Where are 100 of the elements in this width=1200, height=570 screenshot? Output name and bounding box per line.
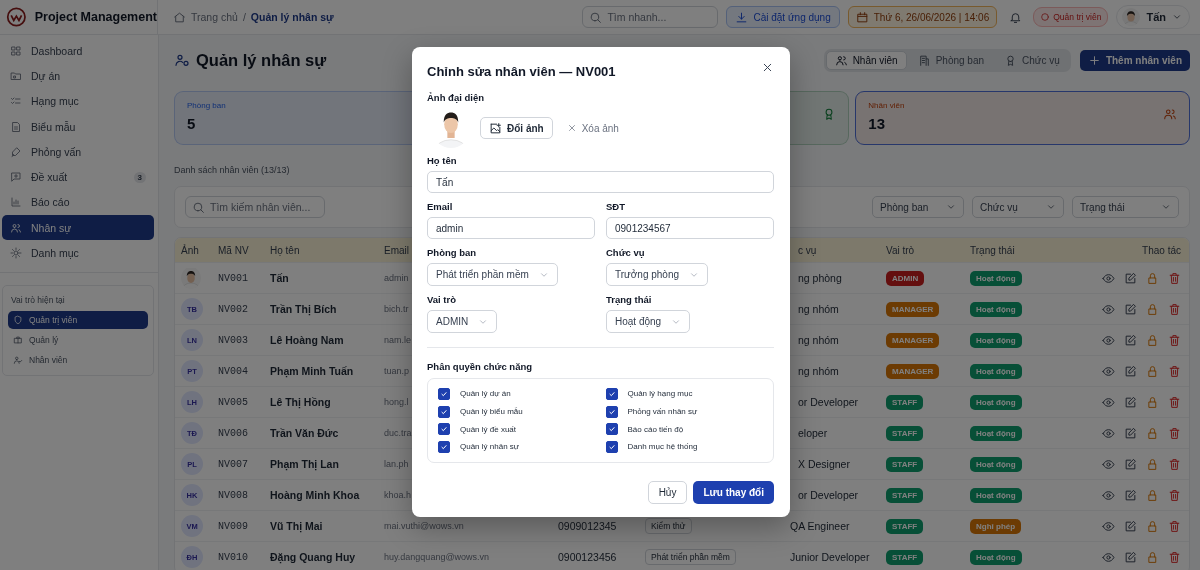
eye-icon[interactable] xyxy=(1102,550,1115,564)
cancel-button[interactable]: Hủy xyxy=(647,480,688,504)
eye-icon[interactable] xyxy=(1102,333,1115,347)
breadcrumb-link[interactable]: Trang chủ xyxy=(191,11,238,23)
dropdown[interactable]: Trưởng phòng xyxy=(606,263,709,286)
eye-icon[interactable] xyxy=(1102,488,1115,502)
role-badge: STAFF xyxy=(886,394,924,410)
edit-icon[interactable] xyxy=(1124,364,1137,378)
tab[interactable]: Phòng ban xyxy=(908,50,994,70)
role-badge: Quản trị viên xyxy=(1033,7,1109,27)
role-badge: MANAGER xyxy=(886,301,940,317)
lock-icon[interactable] xyxy=(1146,457,1159,471)
breadcrumb-link[interactable]: Quản lý nhân sự xyxy=(250,11,334,23)
sidebar-item[interactable]: Đề xuất 3 xyxy=(2,164,154,190)
save-button[interactable]: Lưu thay đổi xyxy=(693,480,774,504)
dropdown[interactable]: ADMIN xyxy=(427,310,498,333)
eye-icon[interactable] xyxy=(1102,271,1115,285)
add-employee-button[interactable]: Thêm nhân viên xyxy=(1079,49,1190,71)
filter-dropdown[interactable]: Chức vụ xyxy=(972,196,1064,218)
lock-icon[interactable] xyxy=(1146,550,1159,564)
lock-icon[interactable] xyxy=(1146,271,1159,285)
trash-icon[interactable] xyxy=(1168,364,1181,378)
eye-icon[interactable] xyxy=(1102,519,1115,533)
filter-dropdown[interactable]: Trạng thái xyxy=(1072,196,1179,218)
table-cell: NV007 xyxy=(218,458,248,470)
column-header: Email xyxy=(384,244,409,256)
lock-icon[interactable] xyxy=(1146,519,1159,533)
eye-icon[interactable] xyxy=(1102,364,1115,378)
table-cell: Hoàng Minh Khoa xyxy=(270,489,360,501)
sidebar-item[interactable]: Danh mục xyxy=(2,240,154,266)
checkbox-label: Quản lý nhân sự xyxy=(460,442,520,452)
edit-icon[interactable] xyxy=(1124,519,1137,533)
stat-value: 5 xyxy=(187,115,196,132)
checkbox[interactable] xyxy=(438,423,450,436)
lock-icon[interactable] xyxy=(1146,333,1159,347)
trash-icon[interactable] xyxy=(1168,519,1181,533)
change-photo-button[interactable]: Đổi ảnh xyxy=(480,117,553,139)
lock-icon[interactable] xyxy=(1146,426,1159,440)
trash-icon[interactable] xyxy=(1168,426,1181,440)
trash-icon[interactable] xyxy=(1168,488,1181,502)
stat-label: Phòng ban xyxy=(187,101,226,110)
trash-icon[interactable] xyxy=(1168,302,1181,316)
edit-icon[interactable] xyxy=(1124,488,1137,502)
trash-icon[interactable] xyxy=(1168,395,1181,409)
role-option[interactable]: Quản lý xyxy=(8,330,148,349)
column-header: Trạng thái xyxy=(970,244,1015,256)
sidebar-item[interactable]: Dự án xyxy=(2,63,154,89)
search-field[interactable]: Tìm nhanh... xyxy=(582,6,719,28)
role-option[interactable]: Quản trị viên xyxy=(8,310,148,329)
input-field[interactable]: 0901234567 xyxy=(606,217,774,239)
remove-photo-button[interactable]: Xóa ảnh xyxy=(566,122,619,134)
trash-icon[interactable] xyxy=(1168,271,1181,285)
lock-icon[interactable] xyxy=(1146,364,1159,378)
edit-icon[interactable] xyxy=(1124,550,1137,564)
search-icon xyxy=(589,10,603,24)
checkbox[interactable] xyxy=(605,387,618,400)
eye-icon[interactable] xyxy=(1102,457,1115,471)
checkbox[interactable] xyxy=(438,440,450,453)
trash-icon[interactable] xyxy=(1168,333,1181,347)
edit-icon[interactable] xyxy=(1124,333,1137,347)
edit-icon[interactable] xyxy=(1124,395,1137,409)
lock-icon[interactable] xyxy=(1146,302,1159,316)
edit-icon[interactable] xyxy=(1124,271,1137,285)
checkbox[interactable] xyxy=(605,440,618,453)
sidebar-item[interactable]: Phỏng vấn xyxy=(2,139,154,165)
checkbox-label: Quản lý hạng mục xyxy=(627,389,693,399)
edit-icon[interactable] xyxy=(1124,426,1137,440)
input-field[interactable]: admin xyxy=(427,217,595,239)
tab[interactable]: Nhân viên xyxy=(825,50,907,70)
role-badge: MANAGER xyxy=(886,363,940,379)
dropdown[interactable]: Phát triển phần mềm xyxy=(427,263,558,286)
sidebar-item[interactable]: Nhân sự xyxy=(2,215,154,241)
bell-icon xyxy=(1008,10,1022,24)
trash-icon[interactable] xyxy=(1168,457,1181,471)
status-badge: Hoạt động xyxy=(970,549,1022,565)
install-button[interactable]: Cài đặt ứng dụng xyxy=(726,6,840,28)
checkbox[interactable] xyxy=(605,405,618,418)
role-option[interactable]: Nhân viên xyxy=(8,350,148,369)
edit-icon[interactable] xyxy=(1124,302,1137,316)
close-button[interactable] xyxy=(761,61,774,74)
filter-dropdown[interactable]: Phòng ban xyxy=(872,196,964,218)
table-cell: khoa.h xyxy=(384,490,412,500)
eye-icon[interactable] xyxy=(1102,395,1115,409)
checkbox[interactable] xyxy=(438,387,450,400)
lock-icon[interactable] xyxy=(1146,488,1159,502)
checkbox[interactable] xyxy=(438,405,450,418)
lock-icon[interactable] xyxy=(1146,395,1159,409)
edit-icon[interactable] xyxy=(1124,457,1137,471)
tab[interactable]: Chức vụ xyxy=(995,50,1069,70)
input-field[interactable]: Tấn xyxy=(427,171,774,193)
eye-icon[interactable] xyxy=(1102,426,1115,440)
search-field[interactable]: Tìm kiếm nhân viên... xyxy=(185,196,325,218)
checkbox[interactable] xyxy=(605,423,618,436)
eye-icon[interactable] xyxy=(1102,302,1115,316)
dropdown[interactable]: Hoạt động xyxy=(606,310,691,333)
sidebar-item[interactable]: Biểu mẫu xyxy=(2,113,154,140)
sidebar-item[interactable]: Dashboard xyxy=(2,38,154,64)
sidebar-item[interactable]: Hạng mục xyxy=(2,88,154,114)
sidebar-item[interactable]: Báo cáo xyxy=(2,189,154,216)
trash-icon[interactable] xyxy=(1168,550,1181,564)
